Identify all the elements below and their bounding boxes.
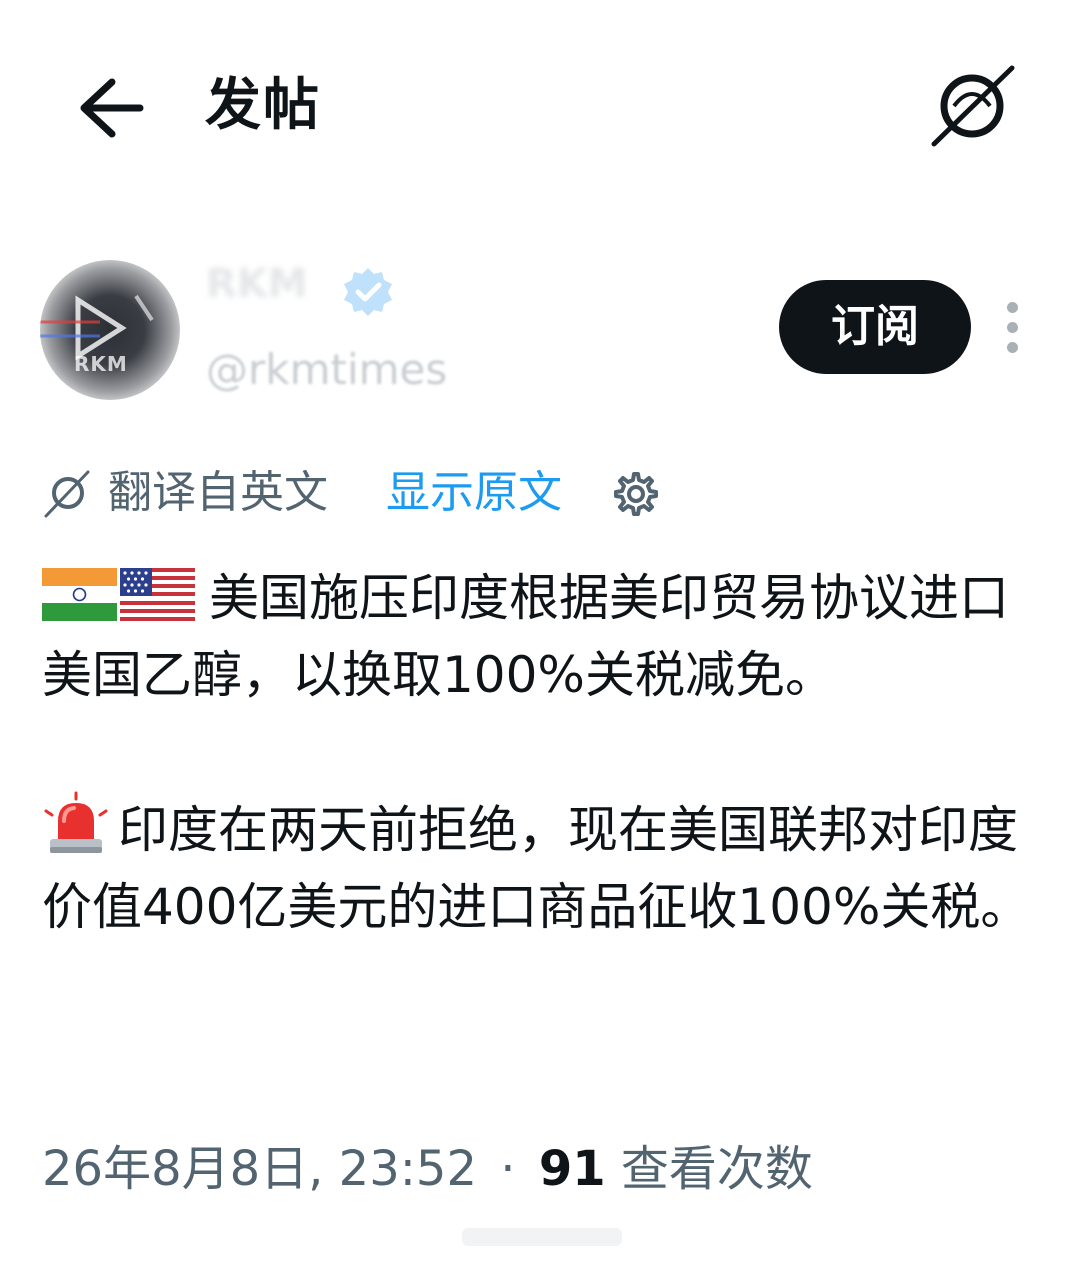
post-paragraph-text: 印度在两天前拒绝，现在美国联邦对印度价值400亿美元的进口商品征收100%关税。 [42,801,1031,936]
more-options-button[interactable] [996,300,1030,356]
watermark [462,1228,622,1246]
show-original-link[interactable]: 显示原文 [386,460,562,526]
translate-button[interactable] [926,64,1018,148]
views-count: 91 [538,1141,606,1197]
avatar[interactable]: RKM [40,260,180,400]
more-dot-icon [1007,342,1018,353]
translate-icon [931,65,1015,147]
author-row: RKM RKM @rkmtimes 订阅 [0,250,1080,410]
post-meta: 26年8月8日, 23:52 · 91 查看次数 [42,1134,813,1204]
more-dot-icon [1007,322,1018,333]
usa-flag-icon [120,568,195,621]
gear-icon [614,472,658,516]
subscribe-button[interactable]: 订阅 [779,280,971,374]
india-flag-icon [42,568,117,621]
translation-label: 翻译自英文 [108,467,328,518]
back-button[interactable] [74,76,146,140]
top-bar: 发帖 [0,0,1080,210]
siren-icon [44,791,108,853]
translation-notice: 翻译自英文 显示原文 [40,460,1040,526]
author-handle[interactable]: @rkmtimes [206,342,447,398]
verified-badge-icon [344,268,392,316]
page-title: 发帖 [205,73,321,138]
post-paragraph: 印度在两天前拒绝，现在美国联邦对印度价值400亿美元的进口商品征收100%关税。 [42,791,1042,946]
avatar-text: RKM [74,352,128,376]
post-paragraph: 美国施压印度根据美印贸易协议进口美国乙醇，以换取100%关税减免。 [42,560,1042,714]
avatar-logo-icon [40,294,154,361]
arrow-left-icon [80,78,144,138]
views-label: 查看次数 [620,1141,813,1197]
more-dot-icon [1007,302,1018,313]
meta-separator: · [500,1141,516,1197]
post-timestamp[interactable]: 26年8月8日, 23:52 [42,1141,477,1197]
post-text: 美国施压印度根据美印贸易协议进口美国乙醇，以换取100%关税减免。 印度在两天前… [42,560,1042,946]
translation-settings-button[interactable] [610,470,658,518]
translate-icon [44,470,90,518]
display-name[interactable]: RKM [206,256,308,312]
